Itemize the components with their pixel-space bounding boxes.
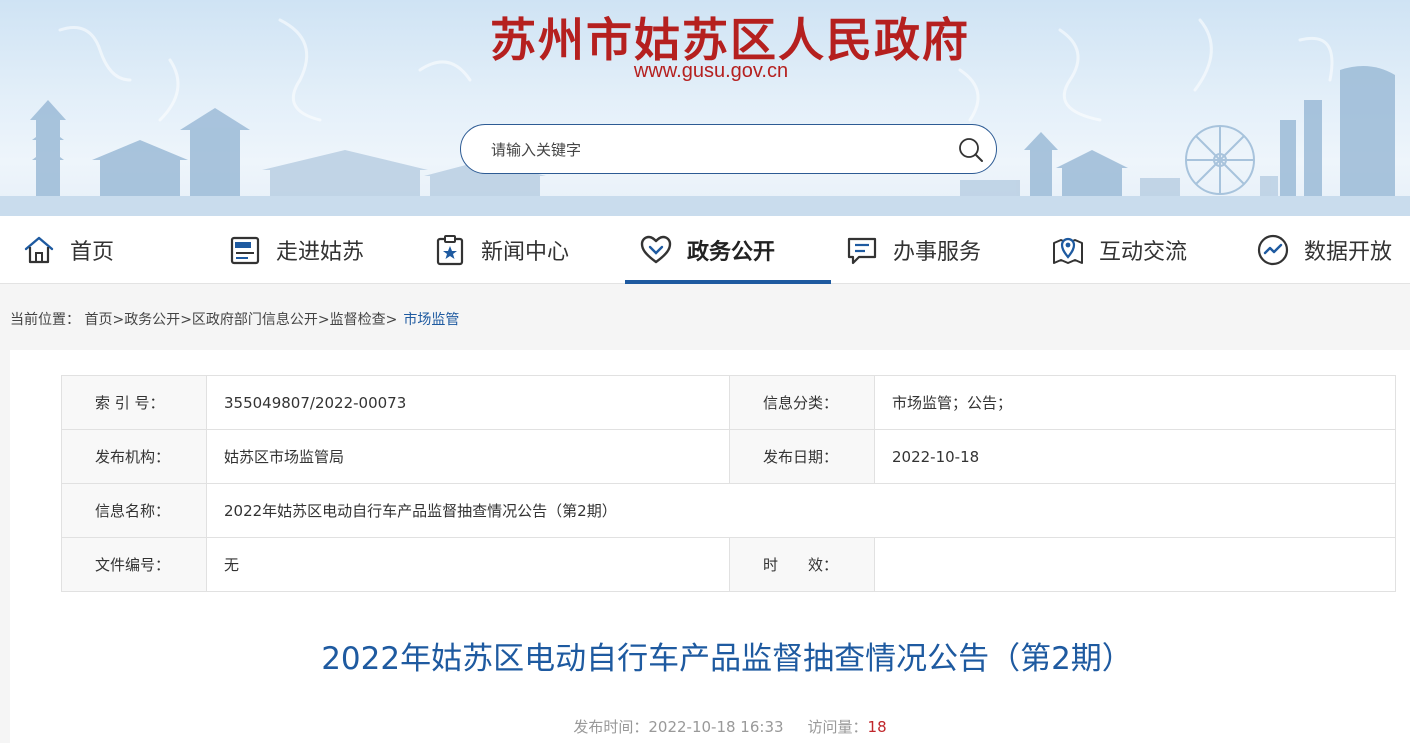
home-icon [24, 236, 54, 264]
breadcrumb-prefix: 当前位置： [10, 312, 80, 328]
nav-label: 政务公开 [687, 240, 776, 265]
main-nav: 首页 走进姑苏 新闻中心 政务公开 办事服务 互动交流 数据开放 [0, 216, 1410, 284]
article-meta: 发布时间：2022-10-18 16:33 访问量：18 [0, 716, 1410, 737]
index-number-label: 索 引 号： [61, 375, 207, 430]
nav-item-gov-affairs[interactable]: 政务公开 [639, 216, 775, 284]
publisher-value: 姑苏区市场监管局 [206, 429, 730, 484]
news-doc-icon [230, 236, 260, 265]
nav-item-home[interactable]: 首页 [22, 216, 114, 284]
publish-time-label: 发布时间： [573, 718, 649, 736]
publish-time-value: 2022-10-18 16:33 [648, 718, 784, 736]
breadcrumb-current[interactable]: 市场监管 [403, 312, 459, 328]
nav-label: 走进姑苏 [276, 240, 365, 265]
nav-label: 数据开放 [1304, 240, 1393, 265]
publish-date-value: 2022-10-18 [874, 429, 1396, 484]
validity-value [874, 537, 1396, 592]
index-number-value: 355049807/2022-00073 [206, 375, 730, 430]
clipboard-star-icon [436, 235, 464, 266]
breadcrumb-link-home[interactable]: 首页 [84, 312, 112, 328]
article-title: 2022年姑苏区电动自行车产品监督抽查情况公告（第2期） [321, 641, 1133, 677]
map-pin-icon [1053, 237, 1083, 264]
category-value: 市场监管；公告； [874, 375, 1396, 430]
category-label: 信息分类： [729, 375, 875, 430]
info-table: 索 引 号： 355049807/2022-00073 信息分类： 市场监管；公… [61, 375, 1396, 592]
table-row: 索 引 号： 355049807/2022-00073 信息分类： 市场监管；公… [61, 375, 1396, 430]
breadcrumb-link-dept-info[interactable]: 区政府部门信息公开 [192, 312, 318, 328]
nav-item-news[interactable]: 新闻中心 [433, 216, 569, 284]
nav-item-about[interactable]: 走进姑苏 [228, 216, 364, 284]
heart-icon [640, 235, 672, 264]
table-row: 发布机构： 姑苏区市场监管局 发布日期： 2022-10-18 [61, 429, 1396, 484]
info-name-value: 2022年姑苏区电动自行车产品监督抽查情况公告（第2期） [206, 483, 1396, 538]
header-banner: 苏州市姑苏区人民政府 www.gusu.gov.cn [0, 0, 1410, 216]
table-row: 信息名称： 2022年姑苏区电动自行车产品监督抽查情况公告（第2期） [61, 483, 1396, 538]
site-url: www.gusu.gov.cn [633, 60, 789, 82]
breadcrumb-link-supervision[interactable]: 监督检查 [330, 312, 386, 328]
nav-label: 新闻中心 [481, 240, 570, 265]
doc-number-label: 文件编号： [61, 537, 207, 592]
views-count: 18 [867, 718, 887, 736]
info-name-label: 信息名称： [61, 483, 207, 538]
table-row: 文件编号： 无 时 效： [61, 537, 1396, 592]
search-input[interactable] [491, 137, 931, 163]
nav-label: 互动交流 [1099, 240, 1188, 265]
nav-label: 办事服务 [893, 240, 982, 265]
breadcrumb-link-gov-affairs[interactable]: 政务公开 [124, 312, 180, 328]
views-label: 访问量： [807, 718, 868, 736]
nav-active-indicator [625, 280, 831, 284]
publish-date-label: 发布日期： [729, 429, 875, 484]
chat-list-icon [847, 237, 877, 265]
nav-item-open-data[interactable]: 数据开放 [1256, 216, 1392, 284]
nav-item-services[interactable]: 办事服务 [845, 216, 981, 284]
breadcrumb: 当前位置： 首页>政务公开>区政府部门信息公开>监督检查> 市场监管 [10, 312, 460, 328]
doc-number-value: 无 [206, 537, 730, 592]
nav-label: 首页 [70, 240, 115, 265]
nav-item-interaction[interactable]: 互动交流 [1051, 216, 1187, 284]
publisher-label: 发布机构： [61, 429, 207, 484]
search-icon[interactable] [957, 136, 985, 164]
validity-label: 时 效： [729, 537, 875, 592]
search-box [460, 124, 997, 174]
trend-circle-icon [1257, 234, 1289, 266]
